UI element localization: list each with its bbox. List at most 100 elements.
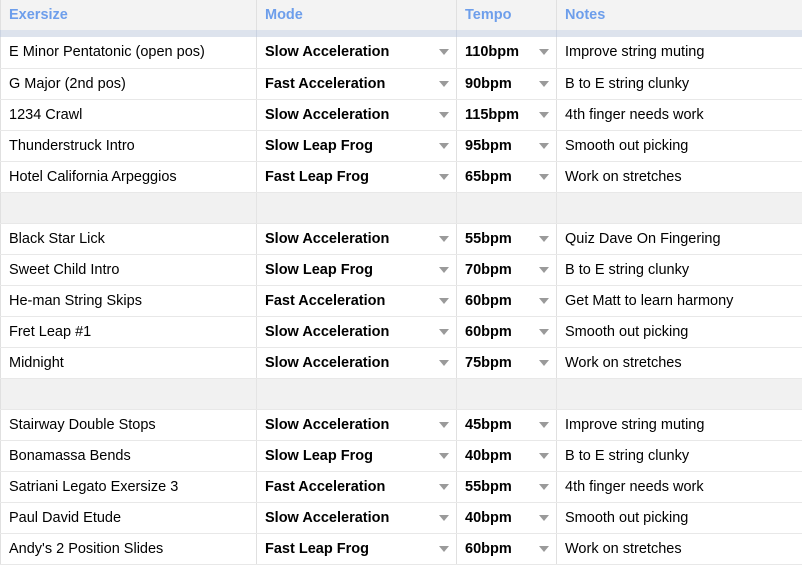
cell-tempo[interactable]: 70bpm: [456, 254, 557, 286]
cell-notes[interactable]: B to E string clunky: [556, 68, 802, 100]
chevron-down-icon[interactable]: [439, 111, 449, 118]
chevron-down-icon[interactable]: [439, 514, 449, 521]
cell-tempo[interactable]: 40bpm: [456, 502, 557, 534]
cell-tempo[interactable]: 110bpm: [456, 37, 557, 69]
cell-tempo[interactable]: 45bpm: [456, 409, 557, 441]
cell-exersize[interactable]: Satriani Legato Exersize 3: [0, 471, 257, 503]
spacer-cell[interactable]: [0, 377, 257, 410]
cell-mode[interactable]: Slow Acceleration: [256, 223, 457, 255]
cell-tempo[interactable]: 95bpm: [456, 130, 557, 162]
cell-tempo[interactable]: 60bpm: [456, 533, 557, 565]
cell-tempo[interactable]: 60bpm: [456, 285, 557, 317]
cell-exersize[interactable]: Andy's 2 Position Slides: [0, 533, 257, 565]
cell-notes[interactable]: Work on stretches: [556, 161, 802, 193]
chevron-down-icon[interactable]: [439, 266, 449, 273]
spacer-cell[interactable]: [0, 191, 257, 224]
chevron-down-icon[interactable]: [539, 297, 549, 304]
chevron-down-icon[interactable]: [539, 359, 549, 366]
cell-notes[interactable]: Smooth out picking: [556, 130, 802, 162]
chevron-down-icon[interactable]: [439, 328, 449, 335]
cell-notes[interactable]: Work on stretches: [556, 347, 802, 379]
cell-tempo[interactable]: 40bpm: [456, 440, 557, 472]
column-header-tempo[interactable]: Tempo: [456, 0, 557, 30]
chevron-down-icon[interactable]: [539, 111, 549, 118]
chevron-down-icon[interactable]: [439, 80, 449, 87]
cell-notes[interactable]: 4th finger needs work: [556, 99, 802, 131]
cell-exersize[interactable]: Stairway Double Stops: [0, 409, 257, 441]
column-header-exersize[interactable]: Exersize: [0, 0, 257, 30]
chevron-down-icon[interactable]: [439, 421, 449, 428]
cell-exersize[interactable]: Hotel California Arpeggios: [0, 161, 257, 193]
cell-notes[interactable]: B to E string clunky: [556, 254, 802, 286]
cell-tempo[interactable]: 115bpm: [456, 99, 557, 131]
spacer-cell[interactable]: [256, 191, 457, 224]
cell-mode[interactable]: Fast Leap Frog: [256, 161, 457, 193]
chevron-down-icon[interactable]: [439, 142, 449, 149]
spacer-cell[interactable]: [456, 191, 557, 224]
cell-tempo[interactable]: 65bpm: [456, 161, 557, 193]
chevron-down-icon[interactable]: [439, 483, 449, 490]
cell-exersize[interactable]: Bonamassa Bends: [0, 440, 257, 472]
cell-notes[interactable]: Quiz Dave On Fingering: [556, 223, 802, 255]
chevron-down-icon[interactable]: [439, 173, 449, 180]
chevron-down-icon[interactable]: [539, 235, 549, 242]
chevron-down-icon[interactable]: [539, 173, 549, 180]
cell-mode[interactable]: Slow Leap Frog: [256, 130, 457, 162]
cell-mode[interactable]: Slow Acceleration: [256, 502, 457, 534]
chevron-down-icon[interactable]: [539, 80, 549, 87]
chevron-down-icon[interactable]: [539, 49, 549, 56]
chevron-down-icon[interactable]: [539, 266, 549, 273]
cell-exersize[interactable]: Black Star Lick: [0, 223, 257, 255]
chevron-down-icon[interactable]: [439, 359, 449, 366]
cell-notes[interactable]: B to E string clunky: [556, 440, 802, 472]
cell-mode[interactable]: Slow Acceleration: [256, 409, 457, 441]
cell-mode[interactable]: Fast Leap Frog: [256, 533, 457, 565]
cell-exersize[interactable]: He-man String Skips: [0, 285, 257, 317]
cell-exersize[interactable]: 1234 Crawl: [0, 99, 257, 131]
cell-tempo[interactable]: 60bpm: [456, 316, 557, 348]
chevron-down-icon[interactable]: [439, 452, 449, 459]
cell-tempo[interactable]: 90bpm: [456, 68, 557, 100]
cell-mode[interactable]: Fast Acceleration: [256, 285, 457, 317]
chevron-down-icon[interactable]: [539, 142, 549, 149]
cell-mode[interactable]: Slow Acceleration: [256, 316, 457, 348]
cell-notes[interactable]: 4th finger needs work: [556, 471, 802, 503]
cell-notes[interactable]: Work on stretches: [556, 533, 802, 565]
chevron-down-icon[interactable]: [439, 49, 449, 56]
chevron-down-icon[interactable]: [439, 545, 449, 552]
spacer-cell[interactable]: [556, 191, 802, 224]
cell-exersize[interactable]: Midnight: [0, 347, 257, 379]
cell-mode[interactable]: Slow Acceleration: [256, 347, 457, 379]
cell-notes[interactable]: Get Matt to learn harmony: [556, 285, 802, 317]
cell-mode[interactable]: Slow Acceleration: [256, 37, 457, 69]
spacer-cell[interactable]: [456, 377, 557, 410]
cell-tempo[interactable]: 55bpm: [456, 223, 557, 255]
chevron-down-icon[interactable]: [539, 328, 549, 335]
cell-exersize[interactable]: Sweet Child Intro: [0, 254, 257, 286]
cell-notes[interactable]: Improve string muting: [556, 37, 802, 69]
cell-notes[interactable]: Improve string muting: [556, 409, 802, 441]
spacer-cell[interactable]: [556, 377, 802, 410]
chevron-down-icon[interactable]: [439, 235, 449, 242]
cell-mode[interactable]: Slow Acceleration: [256, 99, 457, 131]
chevron-down-icon[interactable]: [539, 421, 549, 428]
chevron-down-icon[interactable]: [539, 483, 549, 490]
spacer-cell[interactable]: [256, 377, 457, 410]
cell-exersize[interactable]: Fret Leap #1: [0, 316, 257, 348]
cell-notes[interactable]: Smooth out picking: [556, 316, 802, 348]
cell-tempo[interactable]: 75bpm: [456, 347, 557, 379]
cell-tempo[interactable]: 55bpm: [456, 471, 557, 503]
chevron-down-icon[interactable]: [539, 452, 549, 459]
chevron-down-icon[interactable]: [539, 514, 549, 521]
cell-notes[interactable]: Smooth out picking: [556, 502, 802, 534]
cell-exersize[interactable]: Thunderstruck Intro: [0, 130, 257, 162]
cell-exersize[interactable]: Paul David Etude: [0, 502, 257, 534]
cell-mode[interactable]: Fast Acceleration: [256, 471, 457, 503]
cell-mode[interactable]: Slow Leap Frog: [256, 254, 457, 286]
cell-mode[interactable]: Fast Acceleration: [256, 68, 457, 100]
cell-exersize[interactable]: G Major (2nd pos): [0, 68, 257, 100]
cell-exersize[interactable]: E Minor Pentatonic (open pos): [0, 37, 257, 69]
chevron-down-icon[interactable]: [439, 297, 449, 304]
column-header-mode[interactable]: Mode: [256, 0, 457, 30]
chevron-down-icon[interactable]: [539, 545, 549, 552]
